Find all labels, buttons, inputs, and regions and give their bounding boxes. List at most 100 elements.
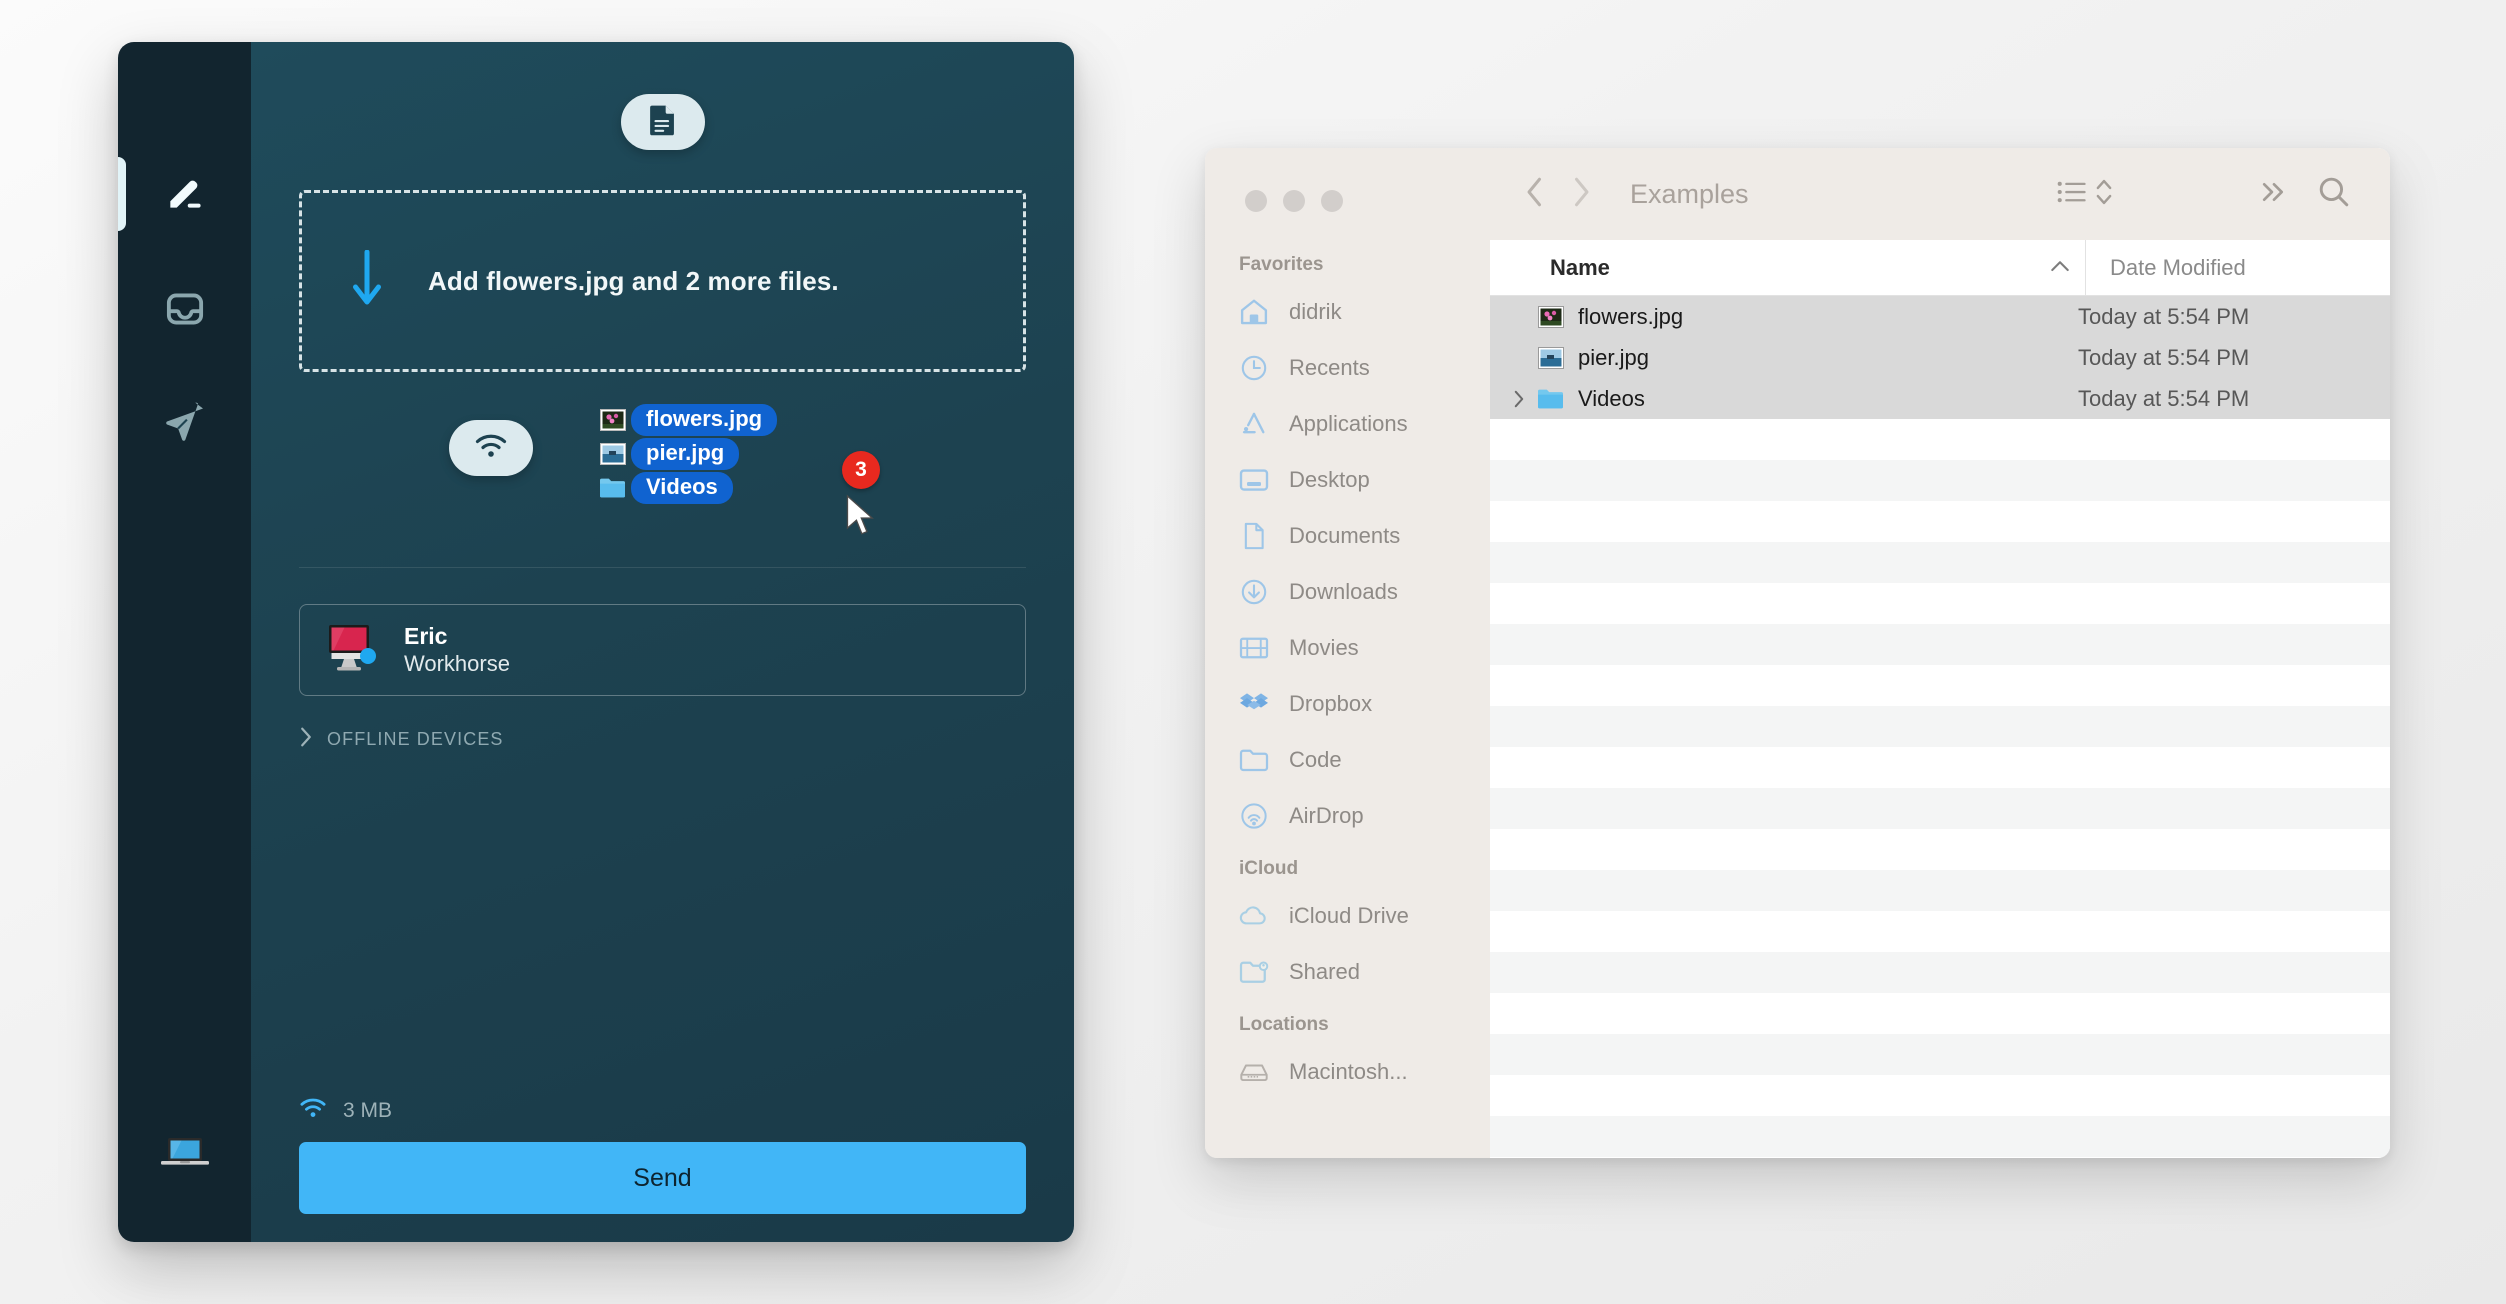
sidebar-item-documents[interactable]: Documents: [1205, 508, 1490, 564]
sidebar-item-label: Recents: [1289, 355, 1370, 380]
forward-button[interactable]: [1558, 177, 1604, 212]
minimize-button[interactable]: [1283, 190, 1305, 212]
search-icon: [2318, 176, 2350, 213]
drag-item: Videos: [599, 471, 859, 504]
finder-window: Favorites didrik Recents Applications Deskto…: [1205, 148, 2390, 1158]
photo-thumbnail-pier: [599, 442, 627, 465]
sidebar-item-label: Downloads: [1289, 579, 1398, 604]
empty-row: [1490, 1075, 2390, 1116]
drag-item-label: flowers.jpg: [631, 403, 778, 436]
drag-item-label: Videos: [631, 471, 733, 504]
sidebar-item-macintosh[interactable]: Macintosh...: [1205, 1044, 1490, 1100]
toolbar-overflow-button[interactable]: [2244, 179, 2304, 210]
sidebar-item-inbox[interactable]: [118, 280, 251, 342]
table-row[interactable]: flowers.jpg Today at 5:54 PM: [1490, 296, 2390, 337]
file-name: flowers.jpg: [1578, 303, 1684, 329]
zoom-button[interactable]: [1321, 190, 1343, 212]
sidebar-item-recents[interactable]: Recents: [1205, 340, 1490, 396]
sidebar-item-code[interactable]: Code: [1205, 732, 1490, 788]
empty-row: [1490, 419, 2390, 460]
offline-devices-section[interactable]: OFFLINE DEVICES: [299, 727, 504, 752]
empty-row: [1490, 870, 2390, 911]
empty-row: [1490, 706, 2390, 747]
folder-icon: [599, 477, 627, 499]
imac-icon: [324, 622, 382, 679]
download-icon: [1239, 578, 1273, 606]
sidebar-item-label: Applications: [1289, 411, 1408, 436]
sidebar-item-this-device[interactable]: [118, 1124, 251, 1186]
traffic-lights: [1245, 190, 1343, 212]
dropzone-label: Add flowers.jpg and 2 more files.: [428, 265, 839, 296]
document-icon: [648, 103, 678, 142]
file-dropzone[interactable]: Add flowers.jpg and 2 more files.: [299, 190, 1026, 372]
photo-thumbnail-pier: [1536, 346, 1566, 369]
sidebar-item-compose[interactable]: [118, 164, 251, 226]
finder-content: Examples Name Date Modified flowers.jpg …: [1490, 148, 2390, 1158]
section-divider: [299, 567, 1026, 568]
file-date-modified: Today at 5:54 PM: [2078, 385, 2250, 411]
sidebar-item-movies[interactable]: Movies: [1205, 620, 1490, 676]
file-name: Videos: [1578, 385, 1645, 411]
chevron-up-icon: [2051, 259, 2069, 277]
empty-row: [1490, 952, 2390, 993]
sidebar-item-label: Movies: [1289, 635, 1359, 660]
sidebar-item-label: Documents: [1289, 523, 1401, 548]
drag-item-label: pier.jpg: [631, 437, 740, 470]
sidebar-item-didrik[interactable]: didrik: [1205, 284, 1490, 340]
finder-toolbar: Examples: [1490, 148, 2390, 240]
photo-thumbnail-flowers: [599, 408, 627, 431]
empty-row: [1490, 501, 2390, 542]
transfer-mode-pill[interactable]: [449, 420, 533, 476]
file-list[interactable]: flowers.jpg Today at 5:54 PM pier.jpg Today…: [1490, 296, 2390, 1158]
transfer-size: 3 MB: [343, 1098, 393, 1122]
empty-row: [1490, 911, 2390, 952]
sidebar-item-downloads[interactable]: Downloads: [1205, 564, 1490, 620]
sidebar-item-label: didrik: [1289, 299, 1342, 324]
photo-thumbnail-flowers: [1536, 305, 1566, 328]
sidebar-item-sent[interactable]: [118, 396, 251, 458]
view-options-stepper[interactable]: [2084, 177, 2124, 212]
shared-folder-icon: [1239, 959, 1273, 985]
search-button[interactable]: [2304, 176, 2364, 213]
cloud-icon: [1239, 904, 1273, 928]
drag-ghost: flowers.jpg pier.jpg Videos 3: [599, 403, 880, 535]
sidebar-item-label: Dropbox: [1289, 691, 1373, 716]
send-button[interactable]: Send: [299, 1142, 1026, 1214]
macbook-icon: [158, 1133, 212, 1178]
sidebar-item-airdrop[interactable]: AirDrop: [1205, 788, 1490, 844]
clock-icon: [1239, 354, 1273, 382]
empty-row: [1490, 993, 2390, 1034]
desktop-icon: [1239, 466, 1273, 494]
folder-icon: [1536, 387, 1566, 410]
sidebar-item-dropbox[interactable]: Dropbox: [1205, 676, 1490, 732]
window-title: Examples: [1630, 178, 1749, 209]
column-header-name[interactable]: Name: [1490, 240, 2086, 295]
chevron-updown-icon: [2095, 177, 2113, 212]
harddisk-icon: [1239, 1060, 1273, 1084]
empty-row: [1490, 788, 2390, 829]
column-header-date[interactable]: Date Modified: [2086, 240, 2390, 295]
chevron-left-icon: [1525, 177, 1545, 212]
back-button[interactable]: [1512, 177, 1558, 212]
sidebar-item-icloud-drive[interactable]: iCloud Drive: [1205, 888, 1490, 944]
sidebar-item-label: Shared: [1289, 959, 1360, 984]
empty-row: [1490, 1034, 2390, 1075]
empty-row: [1490, 1116, 2390, 1157]
drag-item: pier.jpg: [599, 437, 859, 470]
home-icon: [1239, 298, 1273, 326]
sidebar-item-desktop[interactable]: Desktop: [1205, 452, 1490, 508]
close-button[interactable]: [1245, 190, 1267, 212]
table-row[interactable]: pier.jpg Today at 5:54 PM: [1490, 337, 2390, 378]
empty-row: [1490, 665, 2390, 706]
column-header-row: Name Date Modified: [1490, 240, 2390, 296]
offline-devices-label: OFFLINE DEVICES: [327, 729, 504, 749]
sidebar-item-label: iCloud Drive: [1289, 903, 1409, 928]
toolbar-right-group: [2042, 176, 2364, 213]
disclosure-triangle-icon[interactable]: [1490, 390, 1536, 408]
sidebar-item-shared[interactable]: Shared: [1205, 944, 1490, 1000]
wifi-icon: [299, 1097, 327, 1124]
device-card-eric[interactable]: Eric Workhorse: [299, 604, 1026, 696]
table-row[interactable]: Videos Today at 5:54 PM: [1490, 378, 2390, 419]
sidebar-item-applications[interactable]: Applications: [1205, 396, 1490, 452]
device-subtitle: Workhorse: [404, 651, 510, 676]
